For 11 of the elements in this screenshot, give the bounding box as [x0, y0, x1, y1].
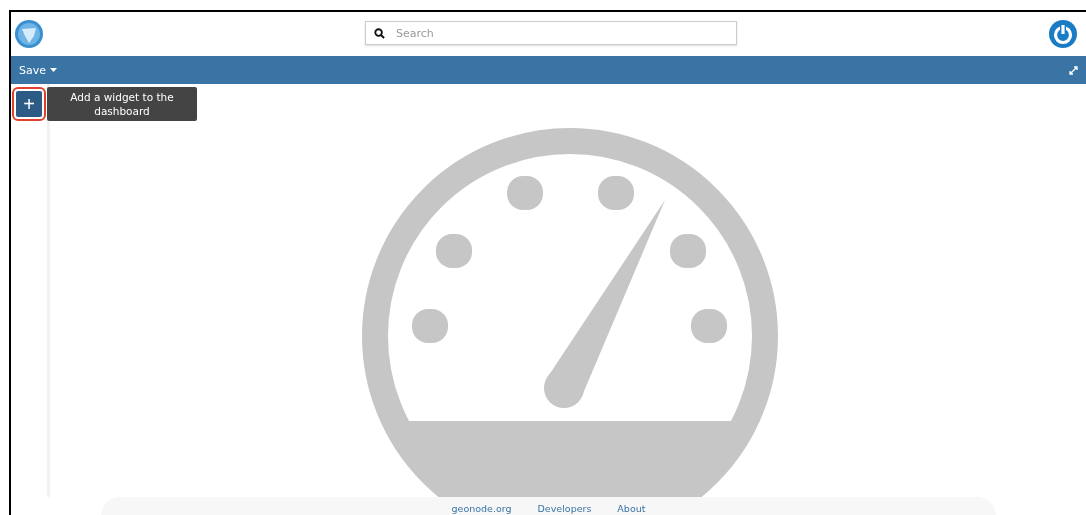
footer-link[interactable]: Developers: [537, 503, 592, 515]
footer-link[interactable]: About: [617, 503, 646, 515]
tooltip: Add a widget to the dashboard: [47, 87, 197, 121]
search-field[interactable]: Search: [365, 21, 737, 45]
globe-logo-icon[interactable]: [14, 19, 44, 49]
footer-link[interactable]: geonode.org: [451, 503, 512, 515]
search-icon: [374, 28, 385, 39]
caret-icon: [50, 68, 57, 72]
expand-icon[interactable]: [1069, 65, 1078, 75]
save-menu[interactable]: Save: [19, 63, 57, 77]
power-icon[interactable]: [1048, 19, 1078, 49]
